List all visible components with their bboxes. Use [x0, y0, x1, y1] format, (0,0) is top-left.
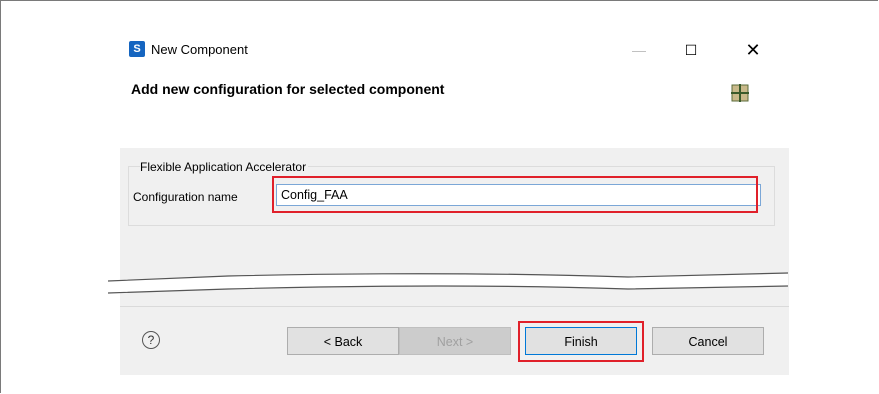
page-title: Add new configuration for selected compo… [131, 81, 445, 97]
next-button[interactable]: Next > [399, 327, 511, 355]
footer-separator [120, 306, 789, 307]
window-title: New Component [151, 42, 248, 57]
close-button[interactable]: ✕ [732, 35, 774, 65]
finish-button[interactable]: Finish [525, 327, 637, 355]
back-button[interactable]: < Back [287, 327, 399, 355]
help-icon[interactable]: ? [142, 331, 160, 349]
component-grid-icon [731, 84, 749, 102]
configuration-name-label: Configuration name [133, 190, 238, 204]
configuration-name-input[interactable] [276, 184, 761, 206]
maximize-button[interactable]: ☐ [670, 35, 712, 65]
new-component-dialog: S New Component — ☐ ✕ Add new configurat… [108, 35, 789, 375]
title-bar[interactable]: S New Component — ☐ ✕ [120, 35, 789, 65]
group-label: Flexible Application Accelerator [140, 160, 309, 174]
minimize-button[interactable]: — [618, 35, 660, 65]
cut-line-divider [108, 272, 788, 294]
app-logo-icon: S [129, 41, 145, 57]
wizard-header: Add new configuration for selected compo… [120, 65, 789, 149]
wizard-content: ? < Back Next > Finish Cancel [108, 148, 789, 375]
cancel-button[interactable]: Cancel [652, 327, 764, 355]
